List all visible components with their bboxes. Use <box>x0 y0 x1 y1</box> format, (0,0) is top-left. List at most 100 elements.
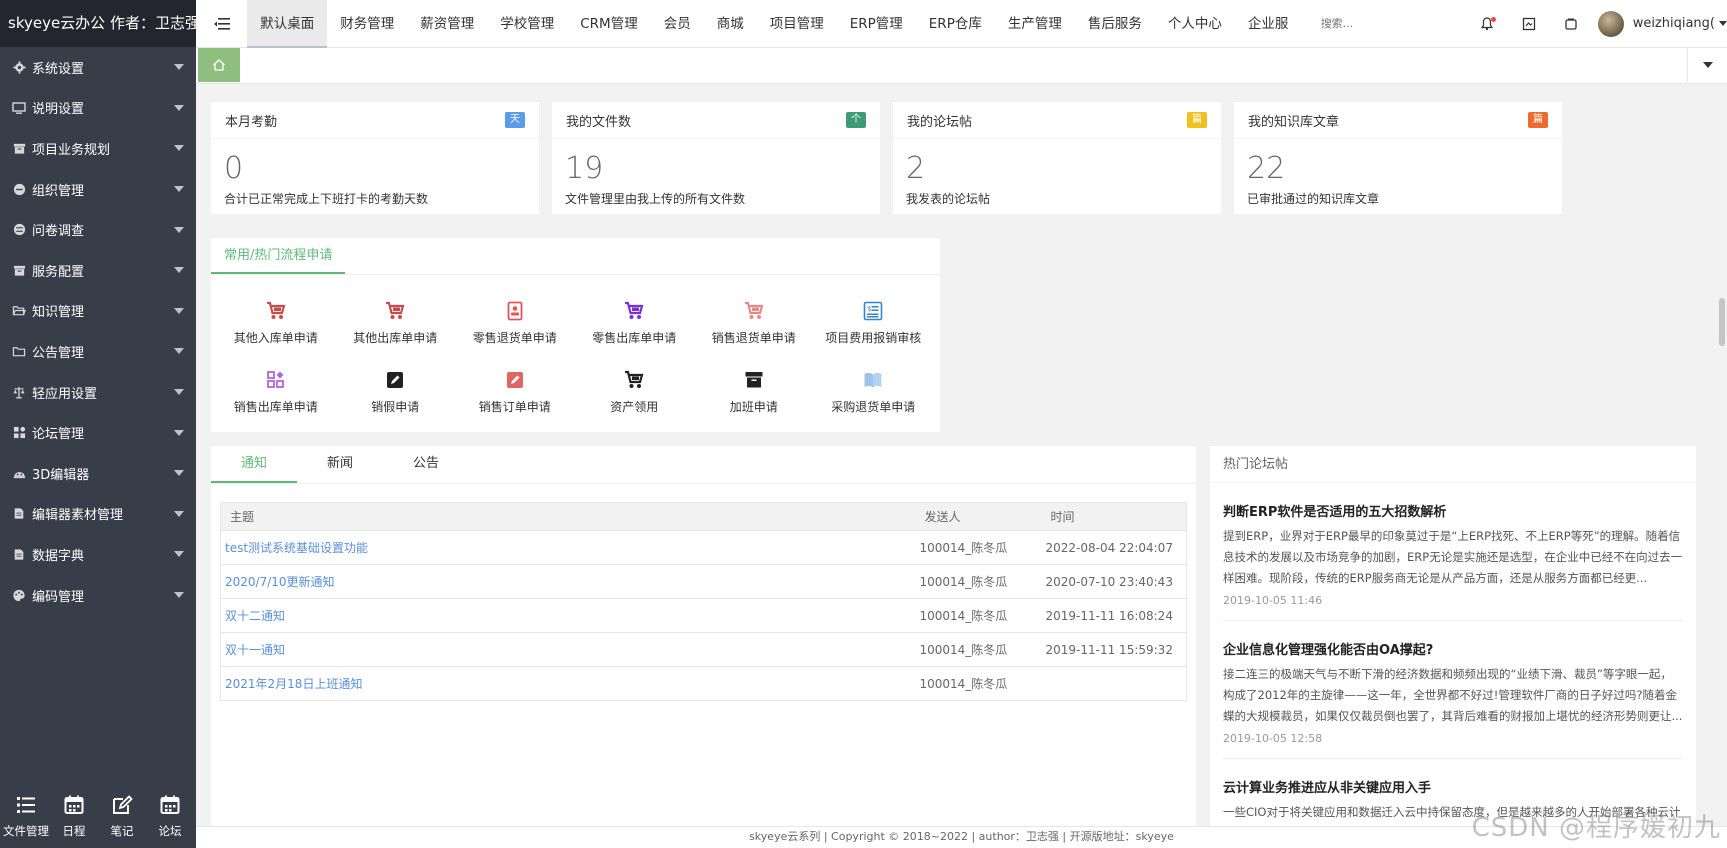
sidebar-item-3[interactable]: 组织管理 <box>0 169 196 210</box>
page-tab-strip <box>196 48 1727 84</box>
sidebar-toggle-icon[interactable] <box>196 0 247 48</box>
forum-post-title[interactable]: 判断ERP软件是否适用的五大招数解析 <box>1223 501 1683 520</box>
quick-link-0[interactable]: 文件管理 <box>2 794 50 839</box>
sidebar-item-label: 服务配置 <box>32 264 85 280</box>
sidebar-item-label: 论坛管理 <box>32 427 85 443</box>
flow-item[interactable]: 采购退货单申请 <box>814 370 934 439</box>
sidebar-item-7[interactable]: 公告管理 <box>0 331 196 372</box>
flow-item[interactable]: 加班申请 <box>694 370 814 439</box>
top-nav-item[interactable]: 个人中心 <box>1155 0 1235 48</box>
chevron-down-icon <box>174 592 184 599</box>
flow-item[interactable]: 销假申请 <box>336 370 456 439</box>
book-icon <box>863 370 883 398</box>
notice-subject-link[interactable]: 双十一通知 <box>225 643 285 657</box>
quick-link-2[interactable]: 笔记 <box>98 794 146 839</box>
tab-notice-2[interactable]: 公告 <box>383 446 469 483</box>
forum-card-title: 热门论坛帖 <box>1210 446 1696 483</box>
flow-item[interactable]: 零售退货单申请 <box>455 301 575 370</box>
scrollbar-thumb[interactable] <box>1719 298 1725 346</box>
sidebar-item-label: 组织管理 <box>32 183 85 199</box>
top-nav-item[interactable]: ERP仓库 <box>916 0 995 48</box>
sidebar-item-12[interactable]: 数据字典 <box>0 534 196 575</box>
flow-item-label: 销售出库单申请 <box>233 400 318 414</box>
stat-card: 本月考勤 天 0 合计已正常完成上下班打卡的考勤天数 <box>211 102 539 214</box>
top-nav-item[interactable]: 默认桌面 <box>247 0 328 48</box>
top-nav-item[interactable]: 售后服务 <box>1075 0 1155 48</box>
user-menu[interactable]: weizhiqiang( <box>1597 10 1727 37</box>
sidebar-item-11[interactable]: 编辑器素材管理 <box>0 494 196 535</box>
flow-item[interactable]: 销售退货单申请 <box>694 301 814 370</box>
stat-description: 已审批通过的知识库文章 <box>1247 192 1380 206</box>
bell-icon[interactable] <box>1466 0 1508 48</box>
tab-more-chevron-down-icon[interactable] <box>1687 48 1727 82</box>
stat-value: 2 <box>906 151 926 186</box>
sidebar-item-13[interactable]: 编码管理 <box>0 575 196 616</box>
sidebar-item-2[interactable]: 项目业务规划 <box>0 128 196 169</box>
flow-item[interactable]: 其他入库单申请 <box>216 301 336 370</box>
top-nav-item[interactable]: CRM管理 <box>567 0 650 48</box>
tab-notice-1[interactable]: 新闻 <box>297 446 383 483</box>
notice-subject-link[interactable]: 双十二通知 <box>225 609 285 623</box>
top-nav-item[interactable]: 商城 <box>704 0 757 48</box>
table-row: 双十二通知 100014_陈冬瓜 2019-11-11 16:08:24 <box>220 598 1187 633</box>
sidebar-item-9[interactable]: 论坛管理 <box>0 412 196 453</box>
forum-post-title[interactable]: 云计算业务推进应从非关键应用入手 <box>1223 777 1683 796</box>
search-input[interactable] <box>1320 10 1456 37</box>
sidebar-item-10[interactable]: 3D编辑器 <box>0 453 196 494</box>
brand-title: skyeye云办公 作者：卫志强 <box>0 0 196 47</box>
table-header-row: 主题 发送人 时间 <box>220 502 1187 531</box>
stat-value: 0 <box>224 151 244 186</box>
top-nav-item[interactable]: 会员 <box>651 0 704 48</box>
quick-link-label: 论坛 <box>158 823 182 838</box>
sidebar-item-5[interactable]: 服务配置 <box>0 250 196 291</box>
flow-item[interactable]: $ 项目费用报销审核 <box>814 301 934 370</box>
sidebar-item-1[interactable]: 说明设置 <box>0 88 196 129</box>
notice-subject-link[interactable]: test测试系统基础设置功能 <box>225 541 368 555</box>
notice-tabs: 通知 新闻 公告 <box>211 446 1196 484</box>
username: weizhiqiang( <box>1632 16 1715 31</box>
calendar-icon <box>63 794 85 823</box>
stat-description: 我发表的论坛帖 <box>906 192 991 206</box>
forum-post-date: 2019-10-05 12:58 <box>1223 732 1683 759</box>
notice-subject-link[interactable]: 2020/7/10更新通知 <box>225 575 335 589</box>
flow-item[interactable]: 零售出库单申请 <box>575 301 695 370</box>
forum-card: 热门论坛帖 判断ERP软件是否适用的五大招数解析 提到ERP，业界对于ERP最早… <box>1210 446 1696 826</box>
sidebar-item-6[interactable]: 知识管理 <box>0 291 196 332</box>
sidebar-item-4[interactable]: 问卷调查 <box>0 209 196 250</box>
top-nav-item[interactable]: 生产管理 <box>995 0 1075 48</box>
sidebar-item-label: 项目业务规划 <box>32 142 111 158</box>
quick-link-3[interactable]: 论坛 <box>146 794 194 839</box>
home-tab-icon[interactable] <box>198 48 240 82</box>
cart-icon <box>266 301 286 329</box>
notice-subject-link[interactable]: 2021年2月18日上班通知 <box>225 677 362 691</box>
tab-notice-0[interactable]: 通知 <box>211 446 297 483</box>
quick-link-1[interactable]: 日程 <box>50 794 98 839</box>
chevron-down-icon <box>1719 21 1727 26</box>
svg-text:$: $ <box>867 305 871 313</box>
stat-card-header: 我的知识库文章 篇 <box>1234 102 1562 139</box>
flow-item[interactable]: 资产领用 <box>575 370 695 439</box>
top-nav-item[interactable]: 薪资管理 <box>407 0 487 48</box>
top-nav-item[interactable]: 企业服 <box>1235 0 1302 48</box>
flow-item[interactable]: 销售出库单申请 <box>216 370 336 439</box>
top-nav-item[interactable]: ERP管理 <box>837 0 916 48</box>
sidebar-item-label: 轻应用设置 <box>32 386 98 402</box>
tab-hot-flows[interactable]: 常用/热门流程申请 <box>211 238 346 274</box>
sidebar-item-8[interactable]: 轻应用设置 <box>0 372 196 413</box>
top-nav-item[interactable]: 学校管理 <box>487 0 567 48</box>
flow-item[interactable]: 销售订单申请 <box>455 370 575 439</box>
sidebar-item-0[interactable]: 系统设置 <box>0 47 196 88</box>
chevron-down-icon <box>174 389 184 396</box>
notice-time <box>1041 666 1187 701</box>
lock-screen-icon[interactable] <box>1550 0 1592 48</box>
stat-description: 文件管理里由我上传的所有文件数 <box>565 192 746 206</box>
screen-icon[interactable] <box>1508 0 1550 48</box>
forum-post-title[interactable]: 企业信息化管理强化能否由OA撑起? <box>1223 639 1683 658</box>
watermark: CSDN @程序媛初九 <box>1471 813 1721 843</box>
flow-item-label: 零售出库单申请 <box>592 331 677 345</box>
top-nav-item[interactable]: 项目管理 <box>757 0 837 48</box>
folder-open-icon <box>12 304 26 318</box>
flow-item[interactable]: 其他出库单申请 <box>336 301 456 370</box>
chevron-down-icon <box>174 186 184 193</box>
top-nav-item[interactable]: 财务管理 <box>327 0 407 48</box>
